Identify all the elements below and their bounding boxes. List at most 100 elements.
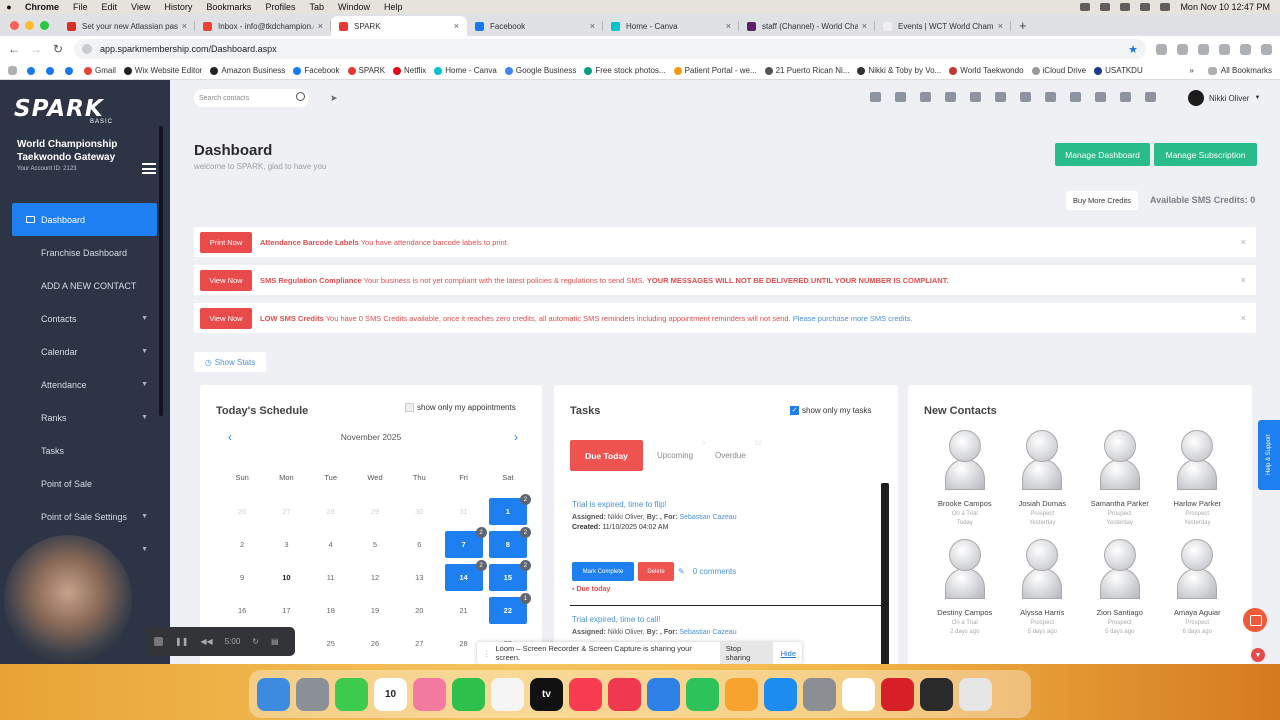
- show-stats-button[interactable]: ◷ Show Stats: [194, 352, 266, 372]
- alert-action-button[interactable]: View Now: [200, 269, 252, 291]
- avatar-placeholder-icon[interactable]: [1022, 430, 1063, 490]
- contact-name[interactable]: Alyssa Harris: [1020, 608, 1064, 617]
- dismiss-icon[interactable]: ×: [1241, 275, 1246, 285]
- task-contact-link[interactable]: Sebastian Cazeau: [679, 514, 736, 521]
- rewind-icon[interactable]: ◀◀: [200, 637, 212, 646]
- calendar-day[interactable]: 16: [220, 594, 264, 627]
- calendar-day[interactable]: 19: [353, 594, 397, 627]
- user-menu[interactable]: Nikki Oliver ▼: [1188, 90, 1260, 106]
- chevron-right-icon[interactable]: ›: [514, 430, 518, 444]
- comments-link[interactable]: 0 comments: [693, 567, 737, 576]
- calendar-day[interactable]: 14 2: [441, 560, 487, 594]
- contact-card[interactable]: Samantha Parker Prospect Yesterday: [1081, 430, 1159, 539]
- checkbox-checked-icon[interactable]: ✓: [790, 406, 799, 416]
- bookmark-item[interactable]: Netflix: [389, 66, 430, 75]
- calendar-day[interactable]: 26: [353, 627, 397, 660]
- help-icon[interactable]: [1070, 92, 1081, 102]
- dock-messages-icon[interactable]: [335, 677, 368, 711]
- site-info-icon[interactable]: [82, 44, 92, 54]
- contact-name[interactable]: Amaya Aguiar: [1174, 608, 1221, 617]
- menu-help[interactable]: Help: [377, 2, 410, 12]
- extension-icon[interactable]: [1156, 43, 1167, 55]
- calendar-day[interactable]: 25: [309, 627, 353, 660]
- bookmark-item[interactable]: Google Business: [501, 66, 580, 75]
- browser-tab[interactable]: SPARK ×: [331, 16, 467, 36]
- dock-acrobat-icon[interactable]: [881, 677, 914, 711]
- alert-action-button[interactable]: View Now: [200, 307, 252, 329]
- close-tab-icon[interactable]: ×: [862, 21, 867, 31]
- calendar-day[interactable]: 72: [441, 527, 487, 561]
- search-icon[interactable]: [296, 92, 305, 101]
- calendar-day[interactable]: 12: [486, 494, 531, 528]
- browser-tab[interactable]: Inbox - info@tkdchampion.co ×: [195, 16, 331, 36]
- dismiss-icon[interactable]: ×: [1241, 313, 1246, 323]
- webcam-bubble[interactable]: [4, 535, 132, 663]
- calendar-day[interactable]: 27: [264, 495, 308, 528]
- calendar-day[interactable]: 27: [397, 627, 441, 660]
- only-my-tasks-checkbox[interactable]: ✓ show only my tasks: [790, 406, 871, 416]
- browser-tab[interactable]: Facebook ×: [467, 16, 603, 36]
- browser-tab[interactable]: Home - Canva ×: [603, 16, 739, 36]
- dock-pages-icon[interactable]: [725, 677, 758, 711]
- sidebar-item-calendar[interactable]: Calendar ▼: [0, 335, 170, 368]
- calendar-day[interactable]: 2: [220, 528, 264, 561]
- calendar-day[interactable]: 29: [353, 495, 397, 528]
- kebab-menu-icon[interactable]: [1261, 43, 1272, 55]
- calendar-day[interactable]: 9: [220, 561, 264, 594]
- clipboard-icon[interactable]: [995, 92, 1006, 102]
- sidebar-icon[interactable]: [1198, 43, 1209, 55]
- clock-icon[interactable]: [1145, 92, 1156, 102]
- bookmark-star-icon[interactable]: ★: [1128, 43, 1138, 56]
- battery-icon[interactable]: [1100, 3, 1111, 11]
- avatar-placeholder-icon[interactable]: [1022, 539, 1063, 599]
- menu-window[interactable]: Window: [331, 2, 377, 12]
- browser-tab[interactable]: staff (Channel) - World Cham ×: [739, 16, 875, 36]
- contact-name[interactable]: Harlow Parker: [1173, 499, 1221, 508]
- search-icon[interactable]: [1140, 3, 1151, 11]
- dock-calendar-icon[interactable]: 10: [374, 677, 407, 711]
- dock-chrome-icon[interactable]: [842, 677, 875, 711]
- address-bar[interactable]: app.sparkmembership.com/Dashboard.aspx ★: [74, 39, 1146, 59]
- bookmark-item[interactable]: [61, 66, 80, 75]
- dock-app-store-icon[interactable]: [764, 677, 797, 711]
- hide-button[interactable]: Hide: [781, 649, 796, 658]
- close-tab-icon[interactable]: ×: [590, 21, 595, 31]
- control-center-icon[interactable]: [1160, 3, 1171, 11]
- calendar-day[interactable]: 12: [353, 561, 397, 594]
- send-icon[interactable]: ➤: [330, 93, 338, 104]
- scroll-down-icon[interactable]: ▼: [1251, 648, 1265, 662]
- close-tab-icon[interactable]: ×: [454, 21, 459, 31]
- group-icon[interactable]: [895, 92, 906, 102]
- apps-grid-icon[interactable]: [8, 66, 17, 75]
- delete-button[interactable]: Delete: [638, 562, 674, 581]
- bookmark-item[interactable]: Home - Canva: [430, 66, 501, 75]
- restart-icon[interactable]: ↻: [252, 637, 259, 646]
- tab-upcoming[interactable]: Upcoming 0: [657, 441, 705, 460]
- bookmark-item[interactable]: 21 Puerto Rican Ni...: [761, 66, 854, 75]
- calendar-day[interactable]: 30: [397, 495, 441, 528]
- bookmark-item[interactable]: Facebook: [289, 66, 343, 75]
- dock-freeform-icon[interactable]: [491, 677, 524, 711]
- menu-tab[interactable]: Tab: [302, 2, 331, 12]
- calendar-day[interactable]: 11: [309, 561, 353, 594]
- pause-icon[interactable]: ❚❚: [175, 637, 188, 646]
- bookmark-item[interactable]: Nikki & Toby by Vo...: [853, 66, 945, 75]
- calendar-day[interactable]: 15 2: [486, 560, 531, 594]
- dock-recent-app-icon[interactable]: [920, 677, 953, 711]
- puzzle-icon[interactable]: [1177, 43, 1188, 55]
- tasks-scroll-thumb[interactable]: [881, 483, 889, 664]
- task-title[interactable]: Trial is expired, time to flip!: [572, 500, 737, 509]
- ticket-icon[interactable]: [970, 92, 981, 102]
- help-support-tab[interactable]: Help & Support: [1258, 420, 1280, 490]
- reload-icon[interactable]: ↻: [52, 42, 64, 56]
- manage-dashboard-button[interactable]: Manage Dashboard: [1055, 143, 1150, 166]
- back-icon[interactable]: ←: [8, 42, 20, 56]
- calendar-event-day[interactable]: 82: [488, 527, 531, 558]
- dock-trash-icon[interactable]: [959, 677, 992, 711]
- user-shield-icon[interactable]: [1095, 92, 1106, 102]
- dock-keynote-icon[interactable]: [647, 677, 680, 711]
- menu-view[interactable]: View: [124, 2, 157, 12]
- browser-tab[interactable]: Set your new Atlassian pass ×: [59, 16, 195, 36]
- tasks-scrollbar[interactable]: [881, 483, 889, 664]
- hamburger-menu-icon[interactable]: [142, 163, 156, 174]
